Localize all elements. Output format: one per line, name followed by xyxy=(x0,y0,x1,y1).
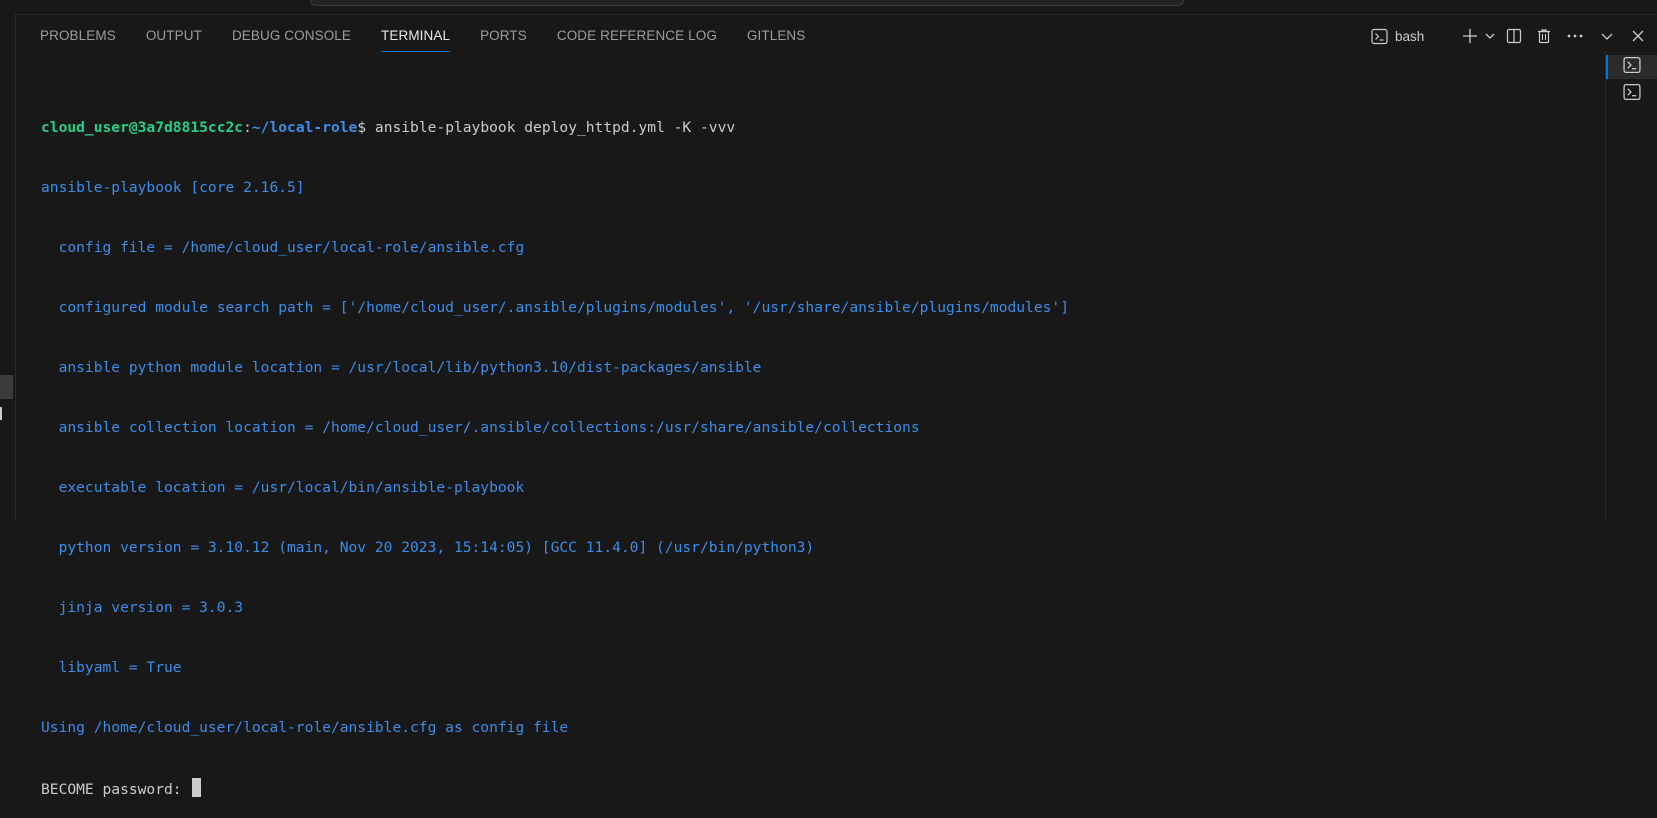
panel-actions: bash xyxy=(1371,24,1657,48)
kill-terminal-button[interactable] xyxy=(1529,28,1559,44)
command-text: ansible-playbook deploy_httpd.yml -K -vv… xyxy=(374,119,736,136)
output-line: ansible python module location = /usr/lo… xyxy=(41,359,762,376)
output-line: executable location = /usr/local/bin/ans… xyxy=(41,479,525,496)
terminal-icon xyxy=(1623,56,1641,79)
ellipsis-icon xyxy=(1566,28,1584,44)
chevron-down-icon xyxy=(1600,29,1614,43)
prompt-path: ~/local-role xyxy=(251,119,358,136)
input-line[interactable]: BECOME password: xyxy=(41,778,1601,798)
terminal-tabs-list xyxy=(1605,51,1657,520)
terminal-tab-1[interactable] xyxy=(1606,55,1657,79)
command-center[interactable] xyxy=(310,0,1184,6)
panel-tabs: PROBLEMS OUTPUT DEBUG CONSOLE TERMINAL P… xyxy=(40,26,835,52)
output-line: configured module search path = ['/home/… xyxy=(41,299,1069,316)
tab-gitlens[interactable]: GITLENS xyxy=(747,26,805,50)
terminal-icon xyxy=(1623,83,1641,106)
terminal-output[interactable]: cloud_user@3a7d8815cc2c:~/local-role$ an… xyxy=(41,78,1601,818)
output-line: config file = /home/cloud_user/local-rol… xyxy=(41,239,525,256)
plus-icon xyxy=(1462,28,1478,44)
sidebar-indicator xyxy=(0,407,2,420)
tab-terminal[interactable]: TERMINAL xyxy=(381,26,451,52)
terminal-selector-button[interactable]: bash xyxy=(1371,28,1459,45)
chevron-down-icon xyxy=(1484,30,1496,42)
split-editor-icon xyxy=(1506,28,1522,44)
prompt-symbol: $ xyxy=(357,119,375,136)
close-icon xyxy=(1631,29,1645,43)
new-terminal-button[interactable] xyxy=(1459,28,1481,44)
terminal-tab-2[interactable] xyxy=(1606,82,1657,106)
output-line: Using /home/cloud_user/local-role/ansibl… xyxy=(41,719,569,736)
command-line: cloud_user@3a7d8815cc2c:~/local-role$ an… xyxy=(41,118,1601,138)
tab-ports[interactable]: PORTS xyxy=(480,26,527,50)
password-prompt: BECOME password: xyxy=(41,781,191,798)
tab-code-reference-log[interactable]: CODE REFERENCE LOG xyxy=(557,26,717,50)
tab-debug-console[interactable]: DEBUG CONSOLE xyxy=(232,26,351,50)
trash-icon xyxy=(1536,28,1552,44)
output-line: jinja version = 3.0.3 xyxy=(41,599,244,616)
left-sidebar-edge xyxy=(0,14,16,520)
terminal-profiles-dropdown[interactable] xyxy=(1481,30,1499,42)
tab-output[interactable]: OUTPUT xyxy=(146,26,202,50)
output-line: python version = 3.10.12 (main, Nov 20 2… xyxy=(41,539,815,556)
terminal-icon xyxy=(1371,28,1388,45)
output-line: libyaml = True xyxy=(41,659,182,676)
minimize-panel-button[interactable] xyxy=(1591,29,1623,43)
split-terminal-button[interactable] xyxy=(1499,28,1529,44)
sidebar-scroll-thumb[interactable] xyxy=(0,375,13,399)
more-actions-button[interactable] xyxy=(1559,28,1591,44)
prompt-separator: : xyxy=(243,119,252,136)
output-line: ansible-playbook [core 2.16.5] xyxy=(41,179,305,196)
active-terminal-label: bash xyxy=(1395,28,1425,44)
terminal-cursor xyxy=(192,778,202,797)
close-panel-button[interactable] xyxy=(1623,29,1653,43)
prompt-user: cloud_user@3a7d8815cc2c xyxy=(41,119,244,136)
output-line: ansible collection location = /home/clou… xyxy=(41,419,920,436)
tab-problems[interactable]: PROBLEMS xyxy=(40,26,116,50)
title-bar xyxy=(0,0,1657,15)
